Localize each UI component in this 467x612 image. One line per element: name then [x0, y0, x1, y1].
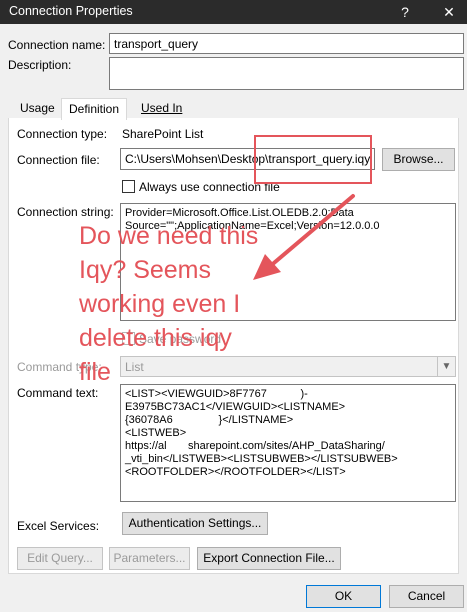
tab-definition[interactable]: Definition	[61, 98, 128, 120]
annotation-note: Do we need this Iqy? Seems working even …	[79, 222, 259, 386]
